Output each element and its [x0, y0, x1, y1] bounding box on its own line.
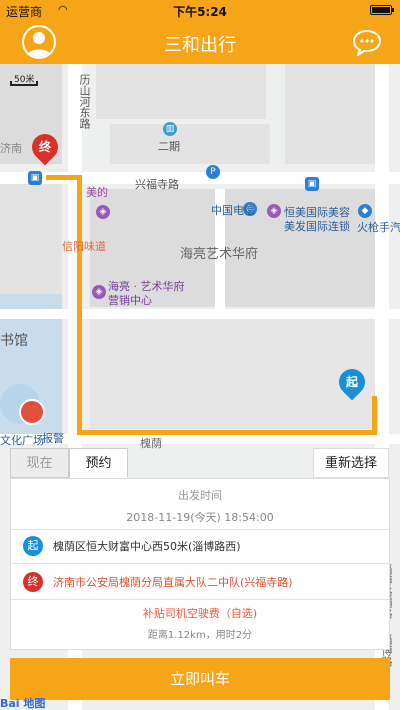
start-address: 槐荫区恒大财富中心西50米(淄博路西): [53, 540, 241, 553]
start-marker[interactable]: 起: [333, 363, 371, 401]
chat-icon[interactable]: [352, 28, 382, 56]
place-label: 海亮艺术华府: [180, 247, 259, 262]
parking-icon: P: [206, 165, 220, 179]
place-label: 书馆: [0, 333, 28, 349]
divider: [11, 599, 389, 600]
baidu-map-logo: Bai 地图: [0, 697, 46, 710]
place-label: 美的: [86, 186, 108, 199]
place-label: 中国电信: [211, 204, 255, 217]
place-label: 火枪手汽: [357, 221, 400, 234]
map-scale: 50米: [10, 72, 40, 86]
end-marker[interactable]: 终: [26, 128, 64, 166]
place-label: 营销中心: [108, 294, 152, 307]
departure-label: 出发时间: [178, 489, 222, 502]
route-line: [372, 396, 377, 435]
place-label: 报警: [42, 432, 64, 445]
car-icon: ◆: [358, 204, 372, 218]
divider: [11, 529, 389, 530]
map-block: [110, 124, 270, 164]
subsidy-option[interactable]: 补贴司机空驶费（自选): [11, 605, 389, 621]
map-block: [0, 184, 62, 294]
reselect-button[interactable]: 重新选择: [313, 448, 389, 478]
road-label: 兴福寺路: [135, 178, 179, 191]
map-block: [96, 64, 266, 119]
place-label: 文化广场: [0, 434, 44, 447]
place-label: 槐荫: [140, 437, 162, 450]
building-icon: ▥: [163, 122, 177, 136]
road-label: 历山河东路: [78, 74, 91, 129]
trip-card: 出发时间 2018-11-19(今天) 18:54:00 起 槐荫区恒大财富中心…: [10, 478, 390, 650]
route-line: [77, 430, 377, 435]
map-block: [90, 319, 375, 429]
shop-icon: ◈: [267, 204, 281, 218]
place-label: 美发国际连锁: [284, 220, 350, 233]
bus-stop-icon: ▣: [28, 171, 42, 185]
distance-info: 距离1.12km，用时2分: [147, 630, 253, 641]
route-line: [77, 175, 82, 435]
call-car-button[interactable]: 立即叫车: [10, 658, 390, 700]
start-badge: 起: [23, 536, 43, 556]
tab-now[interactable]: 现在: [10, 448, 69, 478]
bus-stop-icon: ▣: [305, 177, 319, 191]
police-icon[interactable]: [19, 399, 45, 425]
status-bar: 运营商 ◠ 下午5:24: [0, 0, 400, 20]
road-small: [0, 309, 400, 319]
status-time: 下午5:24: [173, 5, 227, 19]
departure-time[interactable]: 2018-11-19(今天) 18:54:00: [11, 509, 389, 525]
end-address-row[interactable]: 终 济南市公安局槐荫分局直属大队二中队(兴福寺路): [23, 571, 293, 593]
start-address-row[interactable]: 起 槐荫区恒大财富中心西50米(淄博路西): [23, 535, 241, 557]
divider: [11, 563, 389, 564]
tab-reserve[interactable]: 预约: [69, 448, 128, 478]
place-label: 济南: [0, 142, 22, 155]
shop-icon: ◈: [92, 285, 106, 299]
place-label: 信阳味道: [62, 240, 106, 253]
time-mode-tabs: 现在 预约: [10, 448, 128, 478]
shop-icon: ◈: [96, 205, 110, 219]
end-badge: 终: [23, 572, 43, 592]
nav-bar: 三和出行: [0, 20, 400, 64]
battery-icon: [370, 5, 394, 15]
end-address: 济南市公安局槐荫分局直属大队二中队(兴福寺路): [53, 576, 293, 589]
poi-label: 二期: [158, 140, 180, 153]
page-title: 三和出行: [164, 35, 236, 56]
map-block: [285, 64, 375, 164]
